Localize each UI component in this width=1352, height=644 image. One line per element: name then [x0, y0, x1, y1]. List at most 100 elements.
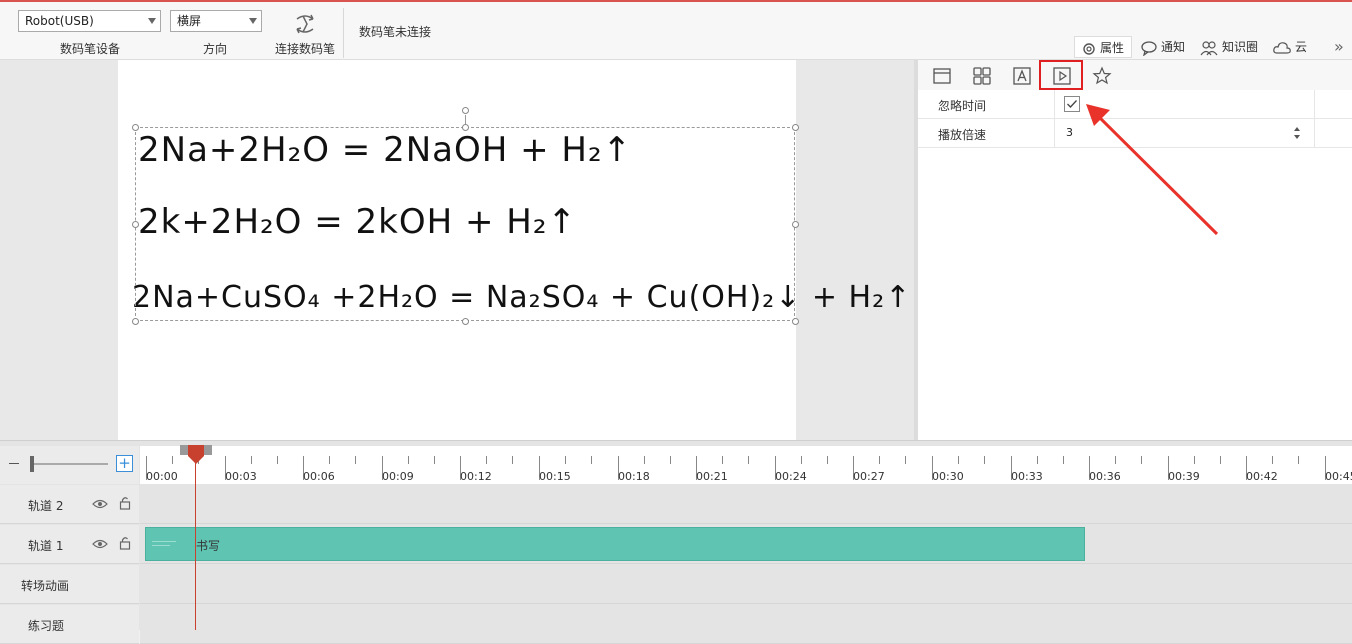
ruler-minor-tick: [722, 456, 723, 464]
resize-handle-se[interactable]: [792, 318, 799, 325]
ruler-time-label: 00:24: [775, 470, 807, 483]
dropdown-arrow-icon: [249, 18, 257, 24]
ruler-minor-tick: [905, 456, 906, 464]
track-header-transition: 转场动画: [0, 565, 139, 604]
transition-track-name: 转场动画: [21, 579, 70, 593]
ruler-minor-tick: [172, 456, 173, 464]
lock-icon[interactable]: [119, 496, 131, 510]
ruler-minor-tick: [644, 456, 645, 464]
orientation-label: 方向: [202, 42, 227, 56]
people-icon: [1200, 40, 1218, 55]
tab-knowledge-circle-label: 知识圈: [1222, 40, 1259, 54]
ruler-minor-tick: [1141, 456, 1142, 464]
tab-cloud[interactable]: 云: [1272, 36, 1307, 58]
ruler-time-label: 00:09: [382, 470, 414, 483]
toolbar-divider: [343, 8, 344, 58]
exercise-track-name: 练习题: [28, 619, 65, 633]
resize-handle-ne[interactable]: [792, 124, 799, 131]
zoom-slider-track[interactable]: [30, 463, 108, 465]
text-icon[interactable]: [1012, 66, 1032, 86]
playback-speed-input[interactable]: 3: [1066, 126, 1073, 139]
toolbar: Robot(USB) 数码笔设备 横屏 方向 连接数码笔 数码笔未连接 属性 通…: [0, 0, 1352, 60]
zoom-in-icon[interactable]: +: [116, 455, 133, 472]
tab-notifications[interactable]: 通知: [1140, 36, 1185, 58]
ignore-time-checkbox[interactable]: [1064, 96, 1080, 112]
playhead-handle[interactable]: [187, 445, 205, 465]
ruler-minor-tick: [1115, 456, 1116, 464]
chat-bubble-icon: [1141, 40, 1157, 57]
pen-status-text: 数码笔未连接: [359, 25, 432, 39]
ruler-minor-tick: [801, 456, 802, 464]
ruler-minor-tick: [408, 456, 409, 464]
eye-icon[interactable]: [92, 498, 108, 510]
lock-icon[interactable]: [119, 536, 131, 550]
prop-divider: [1314, 90, 1315, 118]
device-select[interactable]: Robot(USB): [18, 10, 161, 32]
prop-label-playback-speed: 播放倍速: [938, 128, 987, 142]
spinner-arrows-icon[interactable]: [1292, 125, 1302, 141]
ruler-minor-tick: [670, 456, 671, 464]
tab-properties[interactable]: 属性: [1074, 36, 1132, 58]
track-2-name: 轨道 2: [28, 499, 64, 513]
ruler-time-label: 00:45: [1325, 470, 1352, 483]
ruler-time-label: 00:18: [618, 470, 650, 483]
resize-handle-nw[interactable]: [132, 124, 139, 131]
play-icon[interactable]: [1052, 66, 1072, 86]
grid-icon[interactable]: [972, 66, 992, 86]
ruler-time-label: 00:30: [932, 470, 964, 483]
device-label: 数码笔设备: [59, 42, 120, 56]
ruler-minor-tick: [1037, 456, 1038, 464]
double-chevron-right-icon[interactable]: »: [1334, 36, 1344, 58]
rotate-handle[interactable]: [462, 107, 469, 114]
orientation-select[interactable]: 横屏: [170, 10, 262, 32]
tab-knowledge-circle[interactable]: 知识圈: [1199, 36, 1258, 58]
tab-notifications-label: 通知: [1161, 40, 1186, 54]
resize-handle-w[interactable]: [132, 221, 139, 228]
zoom-slider-handle[interactable]: [30, 456, 34, 472]
ruler-minor-tick: [958, 456, 959, 464]
clip-label: 书写: [196, 539, 221, 553]
track-row-transition[interactable]: [140, 565, 1352, 604]
track-row-exercise[interactable]: [140, 605, 1352, 644]
ruler-time-label: 00:39: [1168, 470, 1200, 483]
resize-handle-sw[interactable]: [132, 318, 139, 325]
ruler-minor-tick: [277, 456, 278, 464]
clip-thumbnail: [152, 541, 176, 542]
ruler-time-label: 00:27: [853, 470, 885, 483]
orientation-select-value: 横屏: [177, 14, 202, 28]
resize-handle-s[interactable]: [462, 318, 469, 325]
zoom-out-icon[interactable]: [9, 463, 19, 464]
gear-icon: [1083, 42, 1095, 55]
track-header-1: 轨道 1: [0, 525, 139, 564]
prop-label-ignore-time: 忽略时间: [938, 99, 987, 113]
connect-pen-button[interactable]: 连接数码笔: [270, 8, 340, 58]
layout-icon[interactable]: [932, 66, 952, 86]
track-header-exercise: 练习题: [0, 605, 139, 644]
connect-pen-label: 连接数码笔: [274, 42, 335, 56]
ruler-time-label: 00:06: [303, 470, 335, 483]
ruler-minor-tick: [565, 456, 566, 464]
ruler-minor-tick: [512, 456, 513, 464]
track-row-2[interactable]: [140, 485, 1352, 524]
clip-thumbnail: [152, 545, 170, 546]
ruler-time-label: 00:36: [1089, 470, 1121, 483]
ruler-minor-tick: [591, 456, 592, 464]
ruler-time-label: 00:33: [1011, 470, 1043, 483]
ruler-minor-tick: [827, 456, 828, 464]
ruler-time-label: 00:12: [460, 470, 492, 483]
cloud-icon: [1273, 41, 1291, 54]
ruler-minor-tick: [984, 456, 985, 464]
track-row-1[interactable]: 书写: [140, 525, 1352, 564]
ruler-minor-tick: [1220, 456, 1221, 464]
device-select-value: Robot(USB): [25, 14, 94, 28]
resize-handle-e[interactable]: [792, 221, 799, 228]
ruler-minor-tick: [1063, 456, 1064, 464]
track-1-name: 轨道 1: [28, 539, 64, 553]
selection-box[interactable]: [135, 127, 795, 321]
star-icon[interactable]: [1092, 66, 1112, 86]
prop-divider: [1054, 119, 1055, 147]
ruler-time-label: 00:15: [539, 470, 571, 483]
writing-clip[interactable]: 书写: [145, 527, 1085, 561]
resize-handle-n[interactable]: [462, 124, 469, 131]
eye-icon[interactable]: [92, 538, 108, 550]
